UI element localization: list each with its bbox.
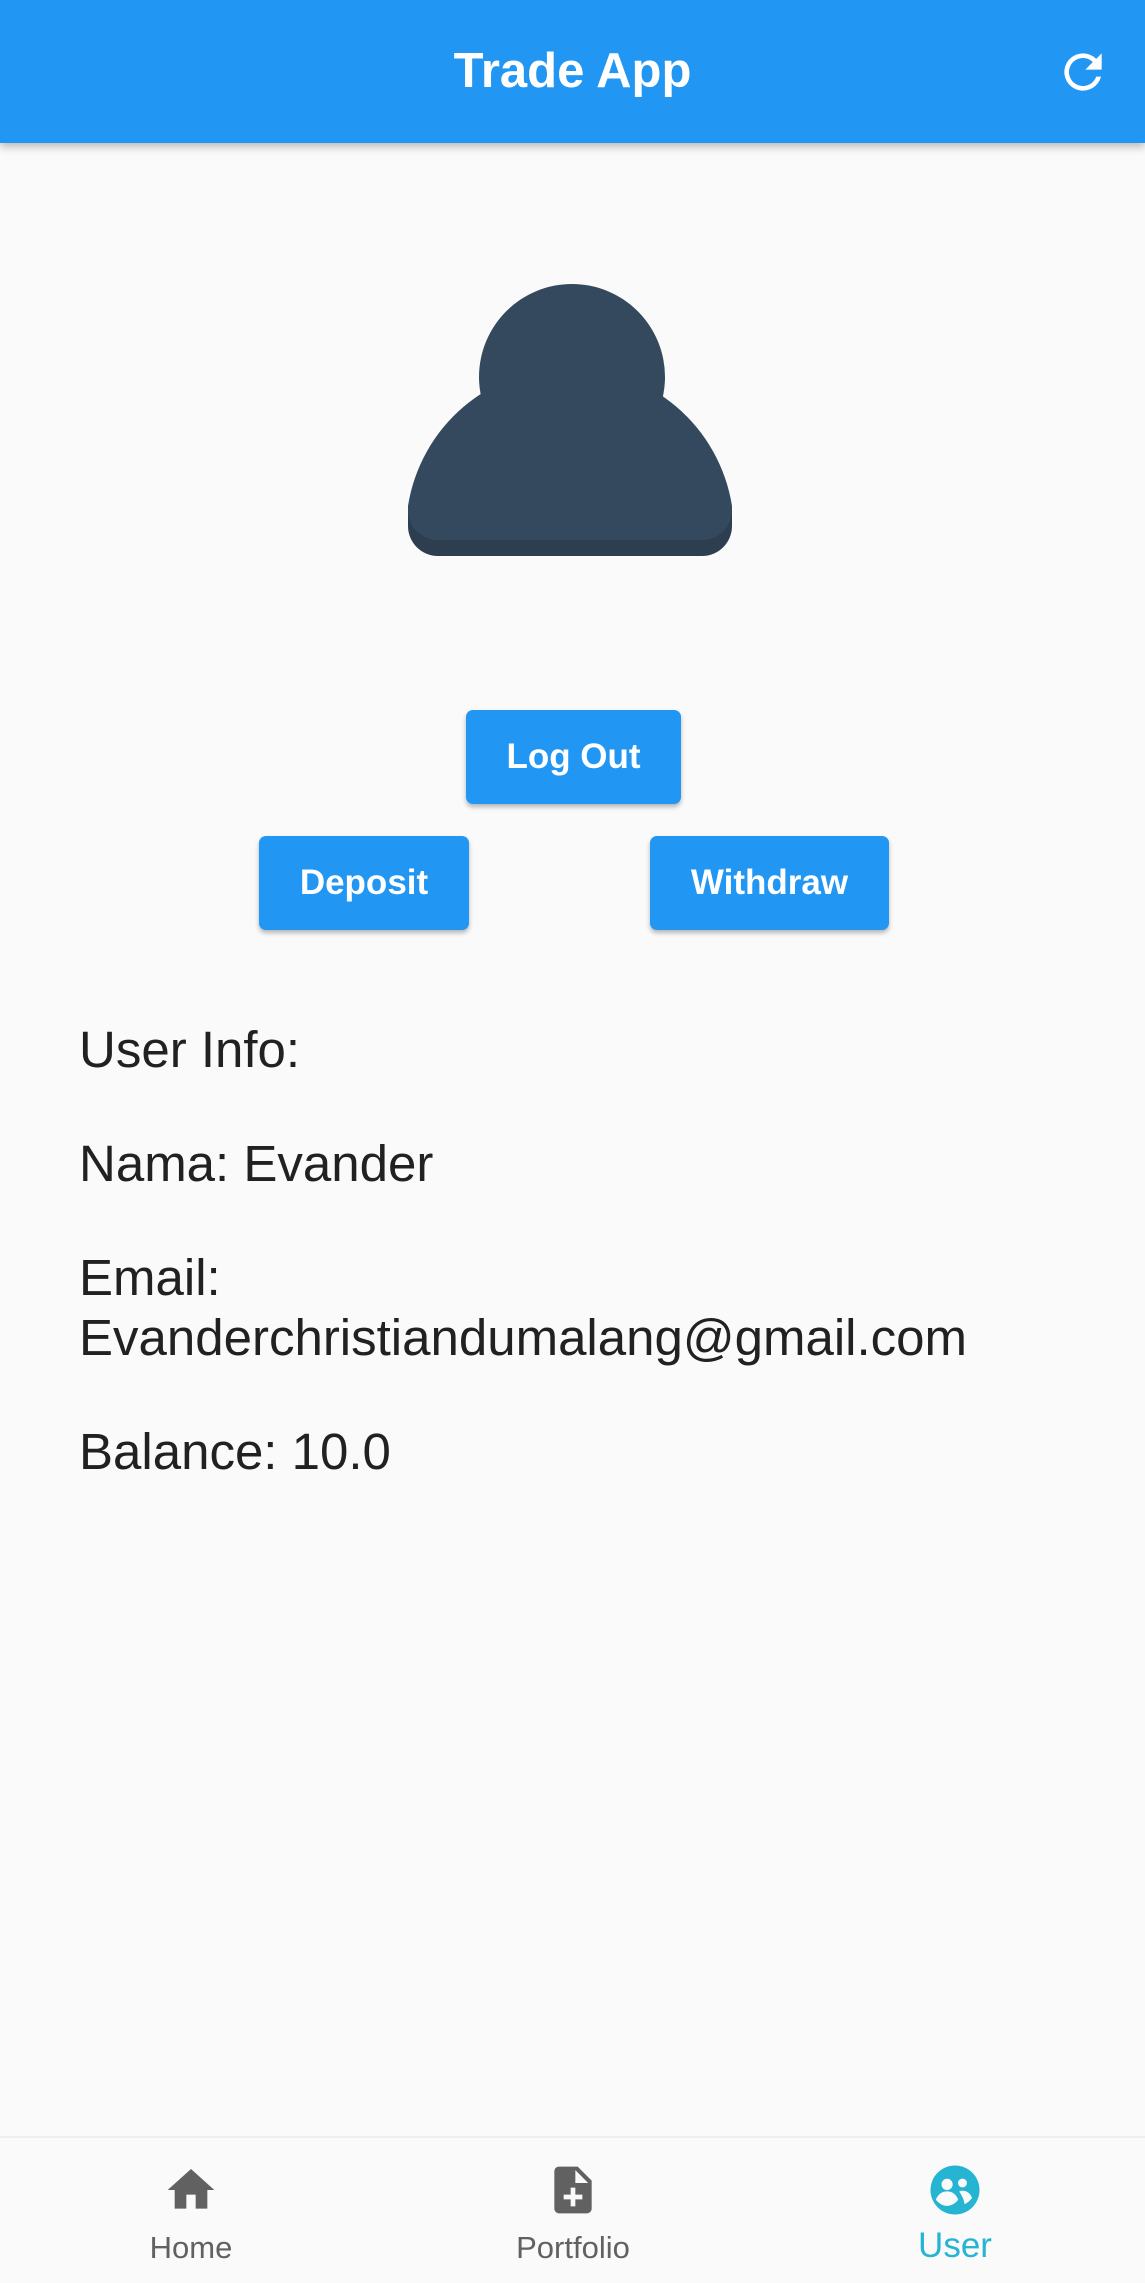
nav-item-home[interactable]: Home [0,2138,382,2283]
home-icon [163,2162,219,2218]
logout-button[interactable]: Log Out [466,710,681,804]
nav-label-portfolio: Portfolio [516,2230,630,2265]
nav-label-home: Home [149,2230,233,2265]
person-icon [400,280,745,660]
document-add-icon [545,2162,601,2218]
bottom-navigation: Home Portfolio User [0,2136,1145,2283]
email-value: Evanderchristiandumalang@gmail.com [79,1309,968,1366]
refresh-icon[interactable] [1055,44,1111,100]
withdraw-button[interactable]: Withdraw [650,836,889,930]
user-email: Email: Evanderchristiandumalang@gmail.co… [79,1248,1099,1368]
user-info-section: User Info: Nama: Evander Email: Evanderc… [79,1020,1099,1536]
user-name: Nama: Evander [79,1135,434,1192]
deposit-button[interactable]: Deposit [259,836,469,930]
nav-label-user: User [918,2226,992,2265]
app-bar: Trade App [0,0,1145,143]
nav-item-portfolio[interactable]: Portfolio [382,2138,764,2283]
app-title: Trade App [453,44,692,98]
email-label: Email: [79,1249,221,1306]
user-group-icon [927,2162,983,2218]
user-balance: Balance: 10.0 [79,1423,391,1480]
user-info-heading: User Info: [79,1021,301,1078]
nav-item-user[interactable]: User [764,2138,1145,2283]
